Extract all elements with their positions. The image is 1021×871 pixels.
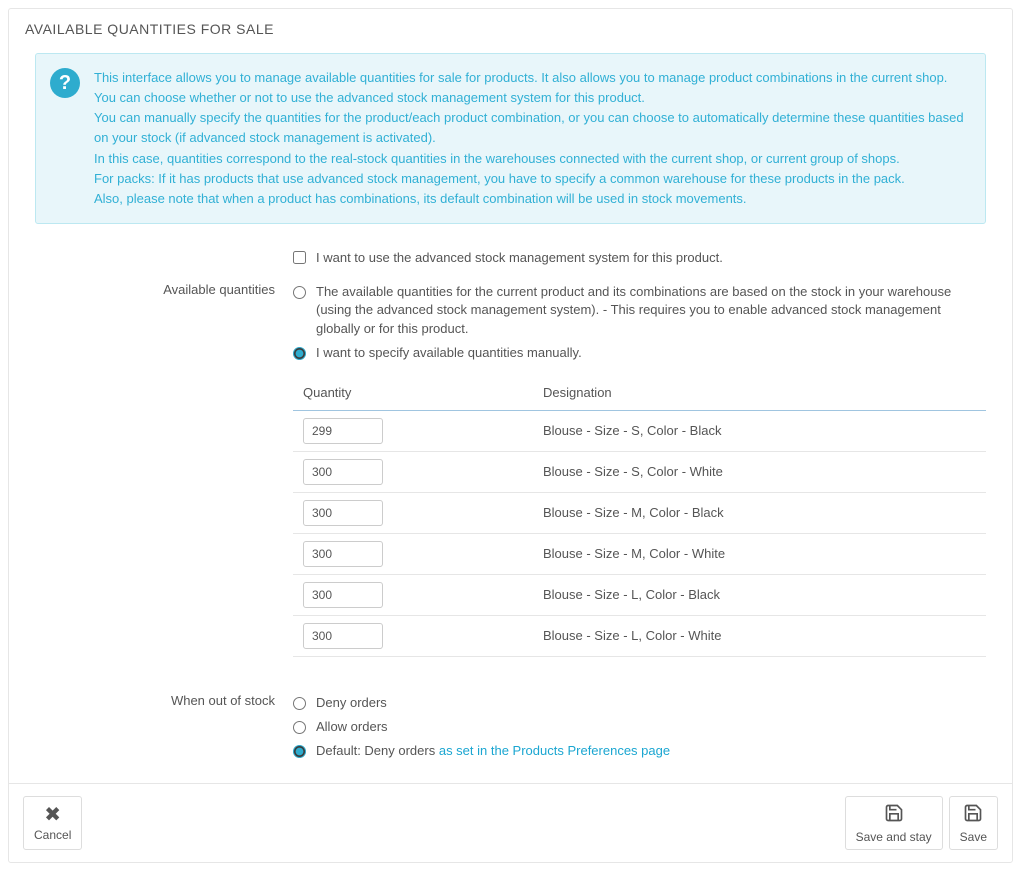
quantities-panel: AVAILABLE QUANTITIES FOR SALE ? This int… [8, 8, 1013, 863]
designation-cell: Blouse - Size - L, Color - White [533, 615, 986, 656]
cancel-button[interactable]: ✖ Cancel [23, 796, 82, 849]
oos-deny: Deny orders [293, 691, 986, 715]
asm-checkbox[interactable] [293, 251, 306, 264]
oos-radio-allow[interactable] [293, 721, 306, 734]
info-line: You can manually specify the quantities … [94, 108, 969, 148]
info-line: In this case, quantities correspond to t… [94, 149, 969, 169]
save-icon [884, 803, 904, 829]
qty-radio-warehouse[interactable] [293, 286, 306, 299]
save-icon [963, 803, 983, 829]
designation-cell: Blouse - Size - M, Color - White [533, 533, 986, 574]
close-icon: ✖ [44, 803, 61, 827]
quantities-table: Quantity Designation Blouse - Size - S, … [293, 377, 986, 657]
qty-input[interactable] [303, 500, 383, 526]
table-row: Blouse - Size - M, Color - White [293, 533, 986, 574]
designation-cell: Blouse - Size - L, Color - Black [533, 574, 986, 615]
oos-radio-deny[interactable] [293, 697, 306, 710]
qty-option-manual: I want to specify available quantities m… [293, 341, 986, 365]
panel-body: ? This interface allows you to manage av… [9, 53, 1012, 783]
oos-radio-deny-label[interactable]: Deny orders [316, 694, 387, 712]
info-line: Also, please note that when a product ha… [94, 189, 969, 209]
asm-label[interactable]: I want to use the advanced stock managem… [316, 249, 723, 267]
qty-radio-warehouse-label[interactable]: The available quantities for the current… [316, 283, 986, 338]
designation-cell: Blouse - Size - S, Color - White [533, 451, 986, 492]
table-row: Blouse - Size - S, Color - White [293, 451, 986, 492]
panel-footer: ✖ Cancel Save and stay Save [9, 783, 1012, 861]
qty-input[interactable] [303, 459, 383, 485]
save-and-stay-button[interactable]: Save and stay [845, 796, 943, 849]
designation-cell: Blouse - Size - S, Color - Black [533, 410, 986, 451]
qty-input[interactable] [303, 623, 383, 649]
cancel-button-label: Cancel [34, 828, 71, 842]
qty-radio-manual-label[interactable]: I want to specify available quantities m… [316, 344, 582, 362]
save-button[interactable]: Save [949, 796, 998, 849]
oos-radio-default-label[interactable]: Default: Deny orders as set in the Produ… [316, 742, 670, 760]
qty-input[interactable] [303, 582, 383, 608]
info-line: This interface allows you to manage avai… [94, 68, 969, 88]
table-row: Blouse - Size - M, Color - Black [293, 492, 986, 533]
oos-label: When out of stock [35, 691, 293, 764]
oos-default: Default: Deny orders as set in the Produ… [293, 739, 986, 763]
table-row: Blouse - Size - S, Color - Black [293, 410, 986, 451]
available-qty-label: Available quantities [35, 280, 293, 685]
question-icon: ? [50, 68, 80, 98]
info-line: For packs: If it has products that use a… [94, 169, 969, 189]
info-line: You can choose whether or not to use the… [94, 88, 969, 108]
table-row: Blouse - Size - L, Color - White [293, 615, 986, 656]
table-row: Blouse - Size - L, Color - Black [293, 574, 986, 615]
oos-radio-allow-label[interactable]: Allow orders [316, 718, 388, 736]
info-alert: ? This interface allows you to manage av… [35, 53, 986, 224]
designation-cell: Blouse - Size - M, Color - Black [533, 492, 986, 533]
asm-checkbox-row: I want to use the advanced stock managem… [293, 246, 986, 270]
oos-preferences-link[interactable]: as set in the Products Preferences page [439, 743, 670, 758]
oos-default-prefix: Default: Deny orders [316, 743, 439, 758]
th-designation: Designation [533, 377, 986, 411]
oos-allow: Allow orders [293, 715, 986, 739]
qty-radio-manual[interactable] [293, 347, 306, 360]
th-quantity: Quantity [293, 377, 533, 411]
page-title: AVAILABLE QUANTITIES FOR SALE [9, 9, 1012, 45]
qty-option-warehouse: The available quantities for the current… [293, 280, 986, 341]
qty-input[interactable] [303, 541, 383, 567]
save-label: Save [960, 830, 987, 844]
qty-input[interactable] [303, 418, 383, 444]
save-and-stay-label: Save and stay [856, 830, 932, 844]
